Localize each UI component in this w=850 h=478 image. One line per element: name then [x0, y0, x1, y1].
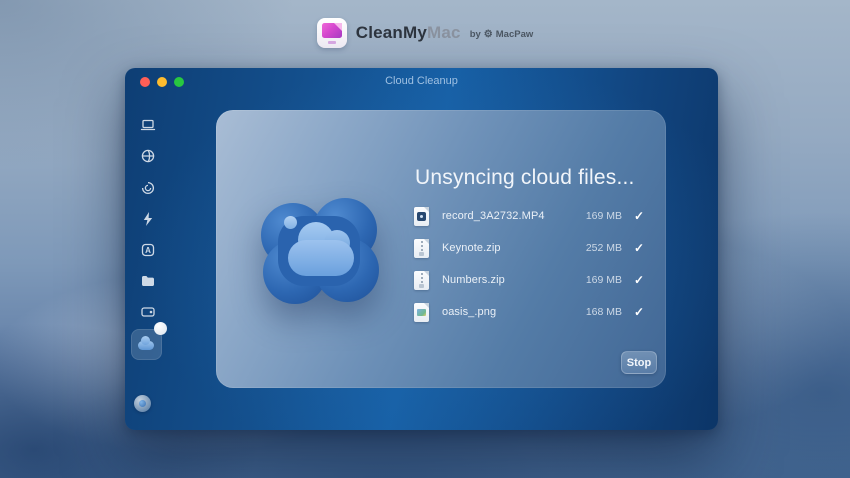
file-name: oasis_.png: [442, 306, 496, 318]
zip-file-icon: [414, 271, 429, 290]
cloud-cleanup-panel: Unsyncing cloud files... record_3A2732.M…: [216, 110, 666, 388]
check-icon: ✓: [629, 209, 644, 223]
page-title: Unsyncing cloud files...: [415, 166, 635, 190]
file-row: record_3A2732.MP4 169 MB ✓: [414, 200, 644, 232]
applications-icon: A: [139, 241, 157, 259]
app-branding: CleanMyMac by ⚙ MacPaw: [0, 14, 850, 52]
video-file-icon: [414, 207, 429, 226]
file-row: Keynote.zip 252 MB ✓: [414, 232, 644, 264]
file-size: 252 MB: [586, 242, 622, 254]
app-icon-screen: [322, 23, 342, 38]
brand-byline: by ⚙ MacPaw: [470, 29, 534, 40]
cloud-cleanup-icon: [138, 341, 154, 350]
check-icon: ✓: [629, 273, 644, 287]
image-file-icon: [414, 303, 429, 322]
zip-file-icon: [414, 239, 429, 258]
file-row: oasis_.png 168 MB ✓: [414, 296, 644, 328]
app-icon-stand: [328, 41, 336, 44]
stop-button[interactable]: Stop: [621, 351, 657, 374]
sidebar-item-applications[interactable]: A: [137, 239, 159, 261]
brand-light: Mac: [427, 23, 461, 42]
cloud-status-badge: [154, 322, 167, 335]
check-icon: ✓: [629, 305, 644, 319]
cleanup-swirl-icon: [139, 179, 157, 197]
brand-strong: CleanMy: [356, 23, 427, 42]
cloud-3d-illustration: [260, 198, 378, 304]
sidebar-item-cleanup[interactable]: [137, 177, 159, 199]
file-name: Keynote.zip: [442, 242, 501, 254]
file-name: Numbers.zip: [442, 274, 505, 286]
window-title: Cloud Cleanup: [125, 75, 718, 87]
file-name: record_3A2732.MP4: [442, 210, 545, 222]
sidebar-item-space-lens[interactable]: [137, 301, 159, 323]
check-icon: ✓: [629, 241, 644, 255]
unsync-file-list: record_3A2732.MP4 169 MB ✓ Keynote.zip 2…: [414, 200, 644, 328]
file-size: 169 MB: [586, 210, 622, 222]
performance-lightning-icon: [139, 210, 157, 228]
sidebar-item-performance[interactable]: [137, 208, 159, 230]
protection-globe-icon: [139, 147, 157, 165]
brand-wordmark: CleanMyMac: [356, 23, 461, 43]
file-size: 168 MB: [586, 306, 622, 318]
file-row: Numbers.zip 169 MB ✓: [414, 264, 644, 296]
svg-text:A: A: [145, 246, 151, 255]
byline-by: by: [470, 29, 481, 40]
cleanmymac-app-icon: [317, 18, 347, 48]
sidebar-item-cloud-cleanup-selected[interactable]: [131, 329, 162, 360]
storage-disk-icon: [139, 303, 157, 321]
sidebar-item-assistant[interactable]: [134, 395, 151, 412]
clutter-folder-icon: [139, 272, 157, 290]
file-size: 169 MB: [586, 274, 622, 286]
desktop-background: CleanMyMac by ⚙ MacPaw Cloud Cleanup: [0, 0, 850, 478]
cleanmymac-window: Cloud Cleanup A: [125, 68, 718, 430]
laptop-icon: [139, 116, 157, 134]
sidebar-item-smart-care[interactable]: [137, 114, 159, 136]
byline-brand: MacPaw: [496, 29, 534, 40]
macpaw-gear-icon: ⚙: [484, 29, 493, 40]
sidebar-item-my-clutter[interactable]: [137, 270, 159, 292]
window-titlebar: Cloud Cleanup: [125, 68, 718, 94]
sidebar-item-protection[interactable]: [137, 145, 159, 167]
